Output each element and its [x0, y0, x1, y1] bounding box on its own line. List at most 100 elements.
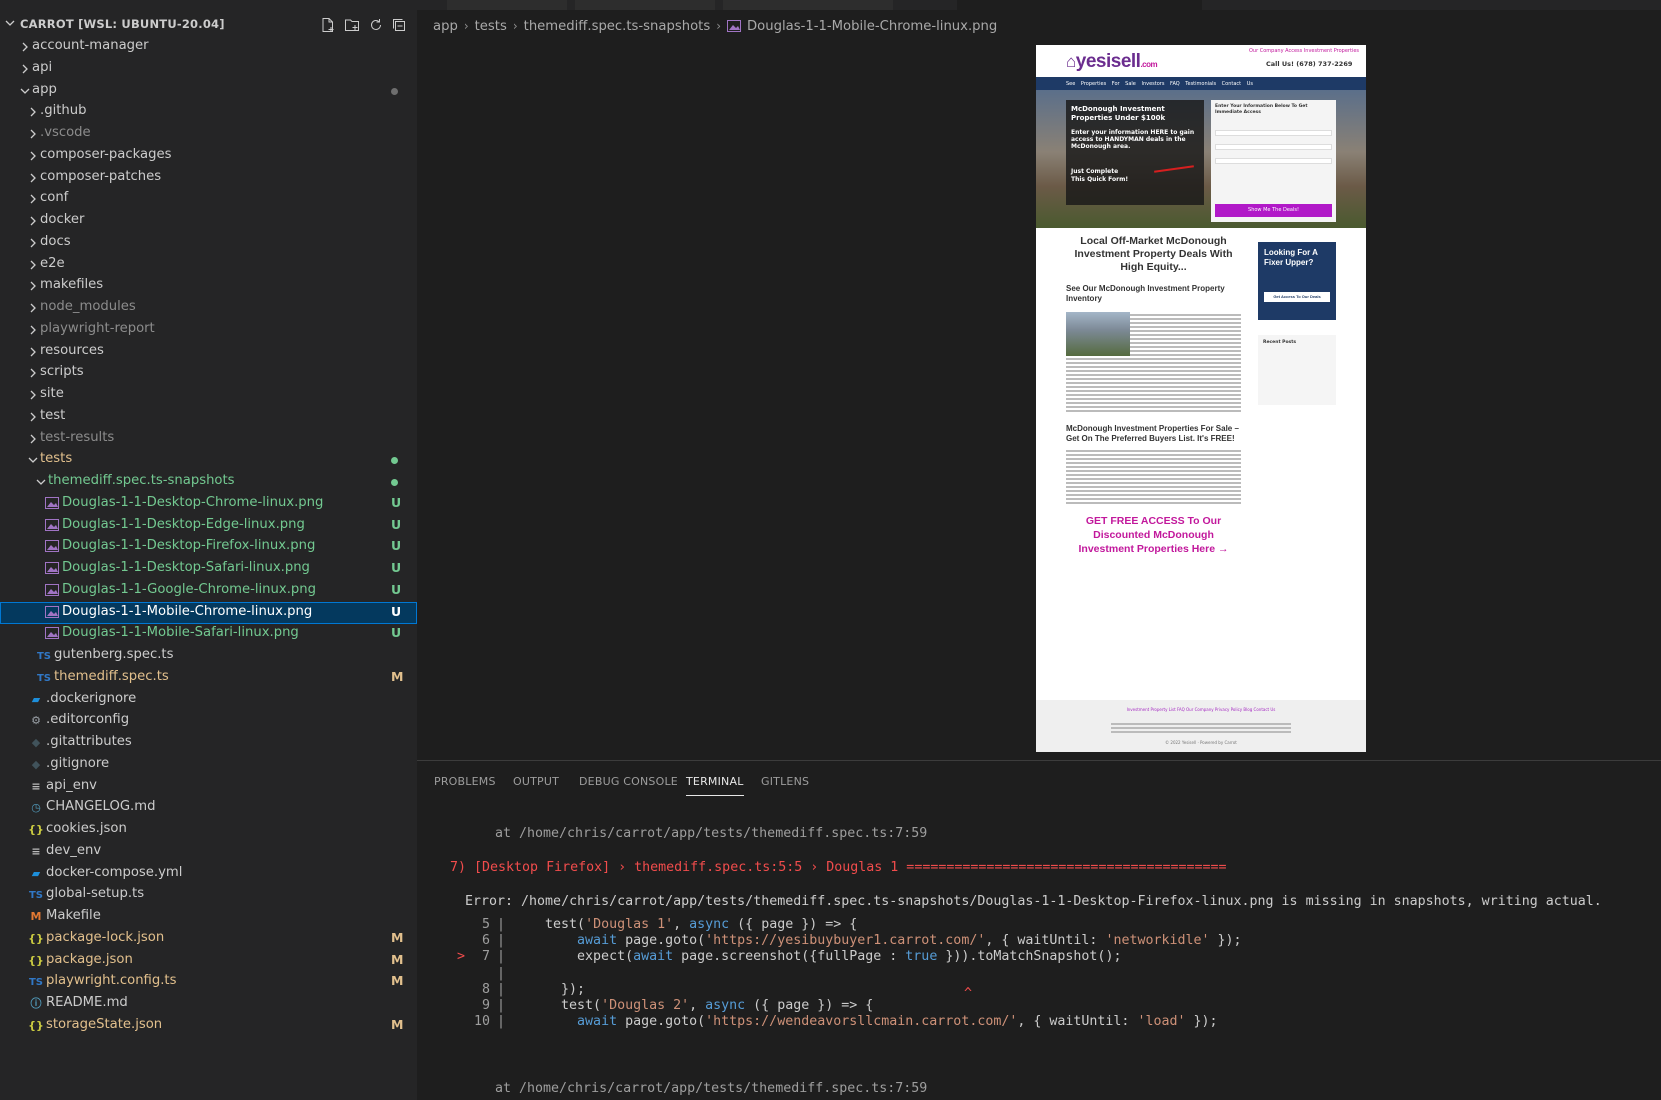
gutter-bar: |	[497, 917, 506, 932]
tab-terminal[interactable]: TERMINAL	[686, 775, 744, 796]
tree-file[interactable]: Douglas-1-1-Mobile-Chrome-linux.png U	[0, 601, 417, 624]
tree-folder[interactable]: .vscode	[0, 123, 417, 145]
tree-folder[interactable]: themediff.spec.ts-snapshots	[0, 471, 417, 493]
chevron-down-icon[interactable]	[36, 477, 46, 487]
tree-file[interactable]: {} package-lock.json M	[0, 928, 417, 950]
image-file-icon	[44, 518, 60, 533]
chevron-right-icon: ›	[512, 19, 518, 33]
tree-file[interactable]: Douglas-1-1-Google-Chrome-linux.png U	[0, 580, 417, 602]
tree-item-label: Douglas-1-1-Desktop-Firefox-linux.png	[62, 538, 316, 554]
terminal-failure-line: 7) [Desktop Firefox] › themediff.spec.ts…	[450, 860, 1227, 875]
tree-folder[interactable]: test-results	[0, 428, 417, 450]
tree-file[interactable]: ≡ dev_env	[0, 841, 417, 863]
tree-folder[interactable]: site	[0, 384, 417, 406]
site-recent-posts: Recent Posts	[1258, 335, 1336, 405]
terminal-output[interactable]: at /home/chris/carrot/app/tests/themedif…	[417, 801, 1661, 1100]
chevron-right-icon[interactable]	[28, 238, 38, 248]
tree-file[interactable]: ▰ .dockerignore	[0, 689, 417, 711]
image-preview[interactable]: ⌂yesisell.com Our Company Access Investm…	[1036, 45, 1366, 752]
tree-folder[interactable]: .github	[0, 101, 417, 123]
chevron-right-icon[interactable]	[20, 64, 30, 74]
breadcrumb: app › tests › themediff.spec.ts-snapshot…	[433, 16, 997, 36]
tree-folder[interactable]: makefiles	[0, 275, 417, 297]
chevron-right-icon[interactable]	[28, 368, 38, 378]
tree-folder[interactable]: composer-patches	[0, 167, 417, 189]
tree-file[interactable]: {} cookies.json	[0, 819, 417, 841]
tree-folder[interactable]: docker	[0, 210, 417, 232]
tree-file[interactable]: ◆ .gitattributes	[0, 732, 417, 754]
new-file-icon[interactable]	[319, 16, 337, 34]
gutter-bar: |	[497, 998, 506, 1013]
chevron-right-icon[interactable]	[28, 347, 38, 357]
tree-file[interactable]: Douglas-1-1-Mobile-Safari-linux.png U	[0, 623, 417, 645]
chevron-down-icon[interactable]	[20, 86, 30, 96]
breadcrumb-item[interactable]: app	[433, 19, 458, 34]
chevron-right-icon[interactable]	[28, 325, 38, 335]
tree-folder[interactable]: conf	[0, 188, 417, 210]
tree-file[interactable]: TS gutenberg.spec.ts	[0, 645, 417, 667]
tree-folder[interactable]: app	[0, 80, 417, 102]
collapse-all-icon[interactable]	[390, 16, 408, 34]
tree-folder[interactable]: composer-packages	[0, 145, 417, 167]
chevron-right-icon[interactable]	[28, 434, 38, 444]
refresh-icon[interactable]	[367, 16, 385, 34]
tree-item-label: e2e	[40, 255, 65, 271]
tree-folder[interactable]: scripts	[0, 362, 417, 384]
tree-file[interactable]: M Makefile	[0, 906, 417, 928]
chevron-right-icon[interactable]	[28, 260, 38, 270]
explorer-header[interactable]: CARROT [WSL: UBUNTU-20.04]	[0, 14, 417, 36]
tree-folder[interactable]: api	[0, 58, 417, 80]
tree-file[interactable]: Douglas-1-1-Desktop-Safari-linux.png U	[0, 558, 417, 580]
tree-file[interactable]: Douglas-1-1-Desktop-Chrome-linux.png U	[0, 493, 417, 515]
chevron-right-icon[interactable]	[28, 151, 38, 161]
tree-file[interactable]: ⓘ README.md	[0, 993, 417, 1015]
tab-gitlens[interactable]: GITLENS	[761, 775, 809, 788]
chevron-right-icon[interactable]	[28, 129, 38, 139]
tab-output[interactable]: OUTPUT	[513, 775, 559, 788]
tree-folder[interactable]: node_modules	[0, 297, 417, 319]
tree-folder[interactable]: e2e	[0, 254, 417, 276]
chevron-right-icon[interactable]	[28, 412, 38, 422]
chevron-right-icon[interactable]	[28, 194, 38, 204]
tree-file[interactable]: ◆ .gitignore	[0, 754, 417, 776]
tree-folder[interactable]: test	[0, 406, 417, 428]
tree-file[interactable]: TS themediff.spec.ts M	[0, 667, 417, 689]
breadcrumb-item[interactable]: Douglas-1-1-Mobile-Chrome-linux.png	[747, 19, 997, 34]
chevron-right-icon[interactable]	[28, 390, 38, 400]
breadcrumb-item[interactable]: tests	[475, 19, 507, 34]
editor-tab[interactable]	[447, 0, 567, 10]
editor-tab-active[interactable]	[957, 0, 1202, 10]
editor-tab[interactable]	[723, 0, 893, 10]
tree-folder[interactable]: account-manager	[0, 36, 417, 58]
tree-file[interactable]: TS global-setup.ts	[0, 884, 417, 906]
chevron-right-icon[interactable]	[28, 107, 38, 117]
image-file-icon	[727, 20, 741, 32]
breadcrumb-item[interactable]: themediff.spec.ts-snapshots	[524, 19, 711, 34]
tree-folder[interactable]: docs	[0, 232, 417, 254]
chevron-right-icon[interactable]	[28, 173, 38, 183]
tree-file[interactable]: ⚙ .editorconfig	[0, 710, 417, 732]
editor-tab[interactable]	[575, 0, 715, 10]
tree-folder[interactable]: tests	[0, 449, 417, 471]
chevron-right-icon[interactable]	[28, 216, 38, 226]
tree-file[interactable]: {} storageState.json M	[0, 1015, 417, 1037]
chevron-right-icon[interactable]	[28, 303, 38, 313]
new-folder-icon[interactable]	[343, 16, 361, 34]
tree-file[interactable]: {} package.json M	[0, 950, 417, 972]
tree-file[interactable]: Douglas-1-1-Desktop-Firefox-linux.png U	[0, 536, 417, 558]
tree-file[interactable]: Douglas-1-1-Desktop-Edge-linux.png U	[0, 515, 417, 537]
tree-file[interactable]: ◷ CHANGELOG.md	[0, 797, 417, 819]
chevron-right-icon[interactable]	[28, 281, 38, 291]
chevron-down-icon[interactable]	[5, 18, 15, 28]
chevron-right-icon[interactable]	[20, 42, 30, 52]
chevron-down-icon[interactable]	[28, 455, 38, 465]
makefile-icon: M	[30, 910, 42, 923]
tree-file[interactable]: TS playwright.config.ts M	[0, 971, 417, 993]
tab-problems[interactable]: PROBLEMS	[434, 775, 496, 788]
modified-dot-icon	[391, 457, 398, 465]
tab-debug-console[interactable]: DEBUG CONSOLE	[579, 775, 678, 788]
tree-folder[interactable]: playwright-report	[0, 319, 417, 341]
tree-file[interactable]: ▰ docker-compose.yml	[0, 863, 417, 885]
tree-folder[interactable]: resources	[0, 341, 417, 363]
tree-file[interactable]: ≡ api_env	[0, 776, 417, 798]
